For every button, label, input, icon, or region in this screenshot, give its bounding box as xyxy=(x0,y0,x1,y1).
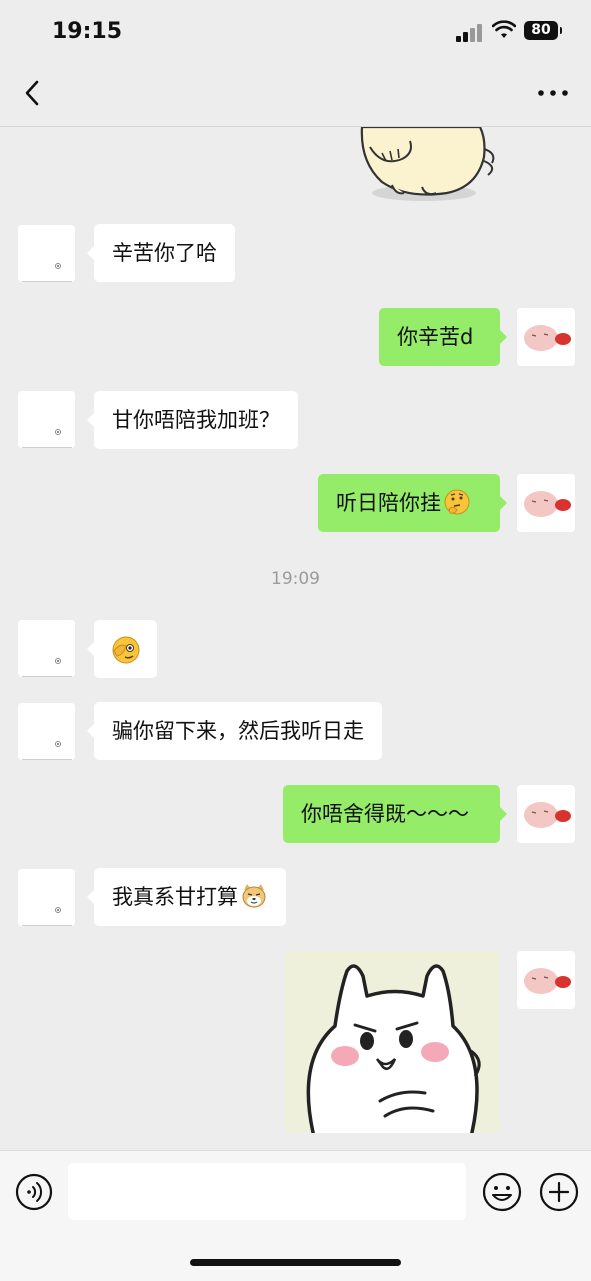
chat-message-list[interactable]: 辛苦你了哈 你辛苦d 甘你唔陪我加班？ 听日陪你挂 19:09 骗你留下来，然后… xyxy=(0,127,591,1150)
facepalm-peek-icon xyxy=(112,636,140,664)
incoming-message[interactable]: 我真系甘打算 xyxy=(87,868,286,926)
doge-cat-icon xyxy=(242,884,266,908)
message-text: 听日陪你挂 xyxy=(336,491,441,515)
contact-avatar[interactable] xyxy=(18,869,75,926)
contact-avatar[interactable] xyxy=(18,225,75,282)
time-divider: 19:09 xyxy=(271,569,320,589)
voice-input-icon[interactable] xyxy=(15,1173,53,1211)
kirby-avatar-icon xyxy=(524,802,571,828)
incoming-message[interactable]: 甘你唔陪我加班？ xyxy=(87,391,298,449)
more-options-icon[interactable] xyxy=(536,86,570,100)
plus-icon[interactable] xyxy=(539,1172,579,1212)
my-avatar[interactable] xyxy=(517,951,575,1009)
contact-avatar[interactable] xyxy=(18,620,75,677)
status-time: 19:15 xyxy=(52,19,123,44)
bunny-sticker[interactable] xyxy=(285,951,500,1133)
my-avatar[interactable] xyxy=(517,785,575,843)
home-indicator xyxy=(190,1259,401,1266)
message-text: 骗你留下来，然后我听日走 xyxy=(112,719,364,743)
message-input[interactable] xyxy=(68,1163,466,1220)
wifi-icon xyxy=(492,20,516,38)
contact-avatar[interactable] xyxy=(18,391,75,448)
message-text: 你辛苦d xyxy=(397,325,474,349)
message-text: 你唔舍得既～～～ xyxy=(301,802,469,826)
my-avatar[interactable] xyxy=(517,474,575,532)
outgoing-message[interactable]: 你唔舍得既～～～ xyxy=(283,785,507,843)
back-arrow-icon[interactable] xyxy=(18,76,48,110)
input-bar xyxy=(0,1150,591,1281)
incoming-message[interactable]: 辛苦你了哈 xyxy=(87,224,235,282)
battery-indicator: 80 xyxy=(524,21,562,40)
kirby-avatar-icon xyxy=(524,968,571,994)
thinking-face-icon xyxy=(444,489,470,515)
emoji-picker-icon[interactable] xyxy=(482,1172,522,1212)
incoming-message[interactable] xyxy=(87,620,157,678)
nav-bar xyxy=(0,62,591,127)
message-text: 辛苦你了哈 xyxy=(112,241,217,265)
white-bunny-sticker-icon xyxy=(285,951,500,1133)
incoming-message[interactable]: 骗你留下来，然后我听日走 xyxy=(87,702,382,760)
outgoing-message[interactable]: 听日陪你挂 xyxy=(318,474,507,532)
kirby-avatar-icon xyxy=(524,491,571,517)
outgoing-message[interactable]: 你辛苦d xyxy=(379,308,507,366)
cellular-signal-icon xyxy=(456,24,484,42)
message-text: 甘你唔陪我加班？ xyxy=(112,408,280,432)
my-avatar[interactable] xyxy=(517,308,575,366)
status-bar: 19:15 80 xyxy=(0,0,591,62)
message-text: 我真系甘打算 xyxy=(112,885,238,909)
kirby-avatar-icon xyxy=(524,325,571,351)
contact-avatar[interactable] xyxy=(18,703,75,760)
chick-sticker[interactable] xyxy=(352,127,502,202)
